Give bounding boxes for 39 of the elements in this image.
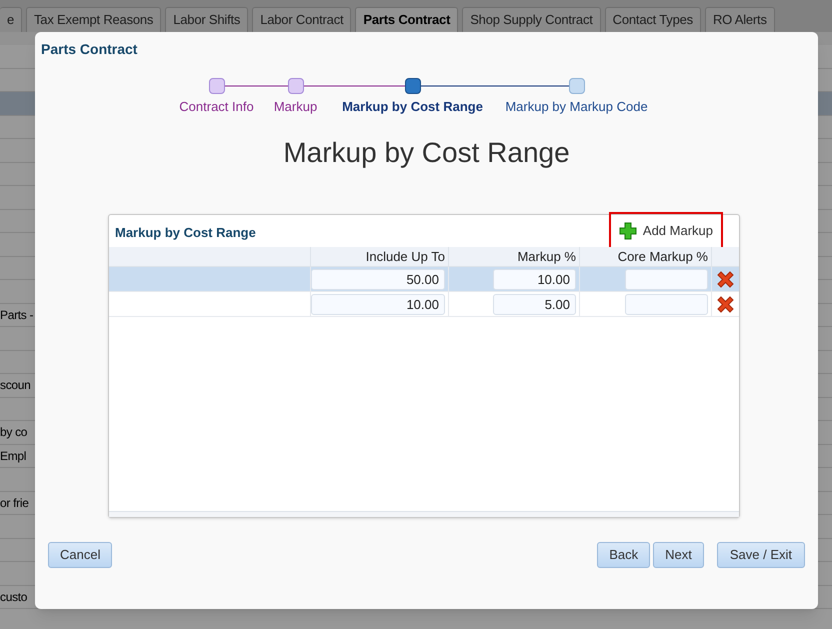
back-button[interactable]: Back [597,542,650,568]
tab[interactable]: e [0,7,22,32]
save-exit-button[interactable]: Save / Exit [716,542,805,568]
input-field[interactable]: 5.00 [493,294,576,314]
input-field[interactable]: 10.00 [493,268,576,290]
column-header: Include Up To [311,247,449,266]
dialog-title: Parts Contract [41,40,138,59]
grid-title: Markup by Cost Range [115,224,256,242]
tab[interactable]: RO Alerts [704,7,775,32]
input-field[interactable]: 10.00 [311,294,445,314]
column-header: Markup % [449,247,580,266]
tab[interactable]: Shop Supply Contract [462,7,601,32]
tab[interactable]: Parts Contract [355,7,458,32]
step-label: Contract Info [179,98,254,116]
step-label: Markup [274,98,318,116]
row-text: Empl [0,448,26,465]
tab[interactable]: Contact Types [604,7,701,32]
row-text: custo [0,588,28,606]
next-button[interactable]: Next [653,542,704,568]
row-text: Parts - [0,306,34,324]
delete-icon[interactable] [716,294,735,314]
grid-row[interactable]: 10.00 5.00 [109,292,739,317]
row-text: scoun [0,377,31,394]
step-label: Markup by Cost Range [342,98,483,116]
row-text: or frie [0,494,29,512]
row-text: by co [0,424,28,442]
grid-row[interactable]: 50.00 10.00 [109,267,739,292]
tab[interactable]: Labor Shifts [165,7,248,32]
page-heading: Markup by Cost Range [283,136,570,170]
input-field[interactable]: 50.00 [311,268,445,290]
input-field[interactable] [625,268,708,290]
step-label: Markup by Markup Code [505,98,648,116]
tab[interactable]: Labor Contract [252,7,352,32]
column-header: Core Markup % [580,247,712,266]
input-field[interactable] [625,294,708,314]
plus-icon [618,222,637,240]
cancel-button[interactable]: Cancel [48,542,112,568]
delete-icon[interactable] [716,270,735,288]
tab[interactable]: Tax Exempt Reasons [26,7,162,32]
